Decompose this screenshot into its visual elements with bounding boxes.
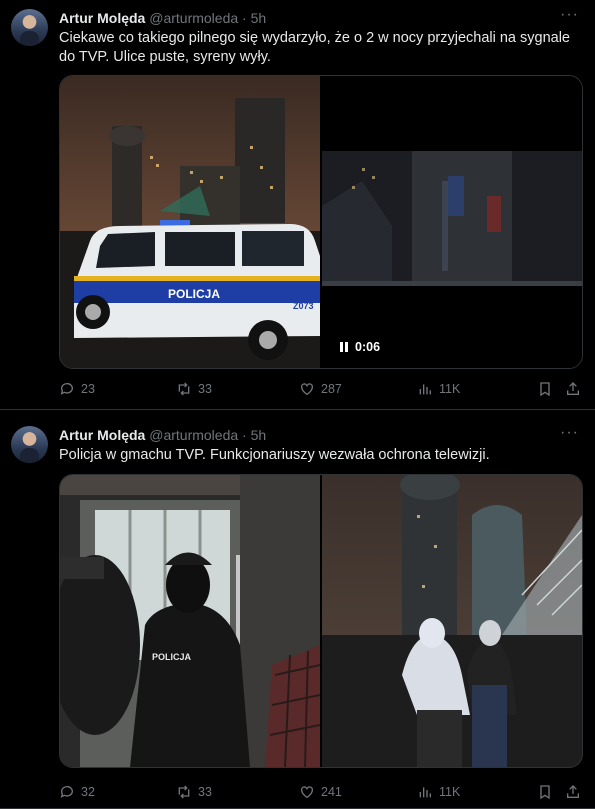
like-count: 241 xyxy=(321,785,342,799)
media-grid[interactable]: POLICJA xyxy=(59,474,583,768)
tweet-header: Artur Molęda @arturmoleda · 5h xyxy=(59,427,266,444)
repost-count: 33 xyxy=(198,382,212,396)
repost-icon xyxy=(178,382,190,396)
video-duration[interactable]: 0:06 xyxy=(340,340,380,354)
action-bar: 23 33 287 11K xyxy=(59,381,581,401)
video-player[interactable]: 0:06 xyxy=(322,76,582,368)
photo-officer-door[interactable]: POLICJA xyxy=(60,475,320,767)
repost-count: 33 xyxy=(198,785,212,799)
van-label: POLICJA xyxy=(168,287,220,301)
bookmark-icon xyxy=(540,382,550,397)
share-button[interactable] xyxy=(565,784,581,800)
like-count: 287 xyxy=(321,382,342,396)
repost-icon xyxy=(178,785,190,799)
reply-count: 23 xyxy=(81,382,95,396)
share-button[interactable] xyxy=(565,381,581,397)
separator: · xyxy=(242,427,247,443)
timestamp[interactable]: 5h xyxy=(251,427,267,443)
reply-button[interactable]: 23 xyxy=(59,381,95,397)
author-handle[interactable]: @arturmoleda xyxy=(149,427,238,443)
media-grid[interactable]: POLICJA Z073 0:06 xyxy=(59,75,583,369)
avatar[interactable] xyxy=(11,426,48,463)
reply-icon xyxy=(60,786,73,798)
views-count: 11K xyxy=(439,382,461,396)
action-bar: 32 33 241 11K xyxy=(59,784,581,804)
photo-hooded-men[interactable] xyxy=(322,475,582,767)
separator: · xyxy=(242,10,247,26)
share-icon xyxy=(567,382,579,395)
photo-police-van[interactable]: POLICJA Z073 xyxy=(60,76,320,368)
author-name[interactable]: Artur Molęda xyxy=(59,427,145,443)
reply-icon xyxy=(60,383,73,395)
van-plate: Z073 xyxy=(293,301,314,311)
views-icon xyxy=(419,787,431,798)
tweet-1[interactable]: Artur Molęda @arturmoleda · 5h ··· Cieka… xyxy=(0,0,595,410)
views-icon xyxy=(419,384,431,395)
officer-label: POLICJA xyxy=(152,652,192,662)
reply-count: 32 xyxy=(81,785,95,799)
like-icon xyxy=(301,786,313,799)
author-handle[interactable]: @arturmoleda xyxy=(149,10,238,26)
pause-icon[interactable] xyxy=(340,342,348,352)
views-button[interactable]: 11K xyxy=(417,784,460,800)
repost-button[interactable]: 33 xyxy=(176,381,212,397)
like-icon xyxy=(301,383,313,396)
bookmark-button[interactable] xyxy=(537,784,553,800)
views-count: 11K xyxy=(439,785,461,799)
reply-button[interactable]: 32 xyxy=(59,784,95,800)
tweet-text: Policja w gmachu TVP. Funkcjonariuszy we… xyxy=(59,447,490,463)
tweet-2[interactable]: Artur Molęda @arturmoleda · 5h ··· Polic… xyxy=(0,410,595,809)
timestamp[interactable]: 5h xyxy=(251,10,267,26)
tweet-text: Ciekawe co takiego pilnego się wydarzyło… xyxy=(59,30,570,65)
author-name[interactable]: Artur Molęda xyxy=(59,10,145,26)
more-icon[interactable]: ··· xyxy=(560,424,579,442)
share-icon xyxy=(567,785,579,798)
like-button[interactable]: 241 xyxy=(299,784,342,800)
like-button[interactable]: 287 xyxy=(299,381,342,397)
bookmark-button[interactable] xyxy=(537,381,553,397)
repost-button[interactable]: 33 xyxy=(176,784,212,800)
avatar[interactable] xyxy=(11,9,48,46)
more-icon[interactable]: ··· xyxy=(560,6,579,24)
bookmark-icon xyxy=(540,785,550,800)
views-button[interactable]: 11K xyxy=(417,381,460,397)
tweet-header: Artur Molęda @arturmoleda · 5h xyxy=(59,10,266,27)
